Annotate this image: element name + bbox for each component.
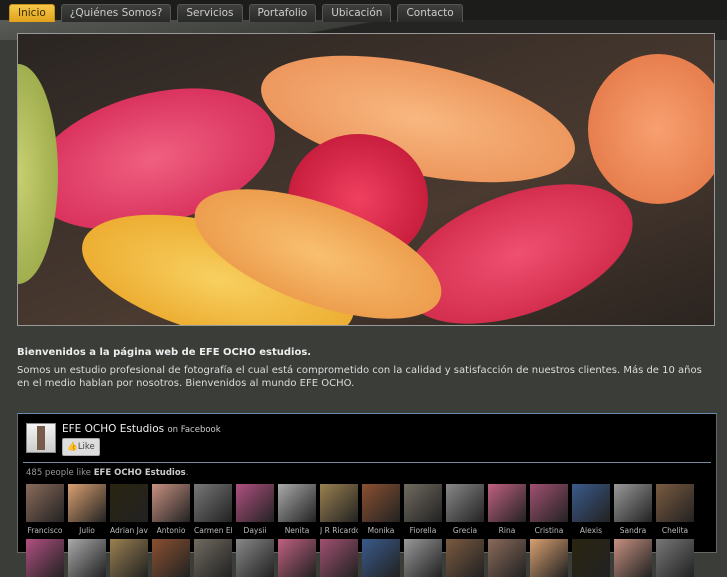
fan-item[interactable]: Nenita bbox=[278, 484, 316, 535]
fan-item[interactable]: Carmen El bbox=[194, 484, 232, 535]
fan-name[interactable]: Cristina bbox=[530, 526, 568, 535]
fan-avatar[interactable] bbox=[614, 484, 652, 522]
fan-item[interactable]: Chelita bbox=[656, 484, 694, 535]
fan-name[interactable]: Julio bbox=[68, 526, 106, 535]
main-nav: Inicio ¿Quiénes Somos? Servicios Portafo… bbox=[9, 4, 463, 22]
fan-avatar[interactable] bbox=[320, 484, 358, 522]
page-logo[interactable] bbox=[26, 423, 56, 453]
fan-name[interactable]: Rina bbox=[488, 526, 526, 535]
fan-avatar[interactable] bbox=[488, 484, 526, 522]
fan-name[interactable]: Adrian Javi bbox=[110, 526, 148, 535]
fan-name[interactable]: Carmen El bbox=[194, 526, 232, 535]
fan-name[interactable]: Alexis bbox=[572, 526, 610, 535]
fan-item[interactable]: Fiorella bbox=[404, 484, 442, 535]
tab-quienes-somos[interactable]: ¿Quiénes Somos? bbox=[60, 4, 172, 22]
fan-avatar[interactable] bbox=[278, 484, 316, 522]
fan-item[interactable]: Sandra bbox=[614, 484, 652, 535]
fan-name[interactable]: Sandra bbox=[614, 526, 652, 535]
hero-image bbox=[17, 33, 715, 326]
fan-name[interactable]: Francisco bbox=[26, 526, 64, 535]
welcome-heading: Bienvenidos a la página web de EFE OCHO … bbox=[17, 347, 312, 358]
fan-grid: Francisco Julio Adrian Javi Antonio Carmen E… bbox=[26, 484, 716, 577]
fan-item[interactable]: Cristina bbox=[530, 484, 568, 535]
fan-item[interactable]: Rina bbox=[488, 484, 526, 535]
fan-item[interactable]: Alexis bbox=[572, 484, 610, 535]
fan-name[interactable]: Chelita bbox=[656, 526, 694, 535]
fan-name[interactable]: Antonio bbox=[152, 526, 190, 535]
fan-item[interactable]: Grecia bbox=[446, 484, 484, 535]
thumbs-up-icon: 👍 bbox=[67, 442, 78, 452]
facebook-like-box: EFE OCHO Estudios on Facebook 👍Like 485 … bbox=[17, 413, 717, 577]
fan-avatar[interactable] bbox=[152, 484, 190, 522]
fan-avatar[interactable] bbox=[362, 484, 400, 522]
fan-avatar[interactable] bbox=[446, 484, 484, 522]
fan-item[interactable]: Adrian Javi bbox=[110, 484, 148, 535]
fan-item[interactable]: Daysii bbox=[236, 484, 274, 535]
fan-avatar[interactable] bbox=[236, 484, 274, 522]
fan-avatar[interactable] bbox=[194, 484, 232, 522]
fan-avatar[interactable] bbox=[404, 484, 442, 522]
welcome-section: Bienvenidos a la página web de EFE OCHO … bbox=[17, 346, 717, 391]
fan-name[interactable]: Nenita bbox=[278, 526, 316, 535]
facebook-page-name[interactable]: EFE OCHO Estudios bbox=[62, 423, 164, 435]
fan-item[interactable]: J R Ricardo bbox=[320, 484, 358, 535]
like-count: 485 people like EFE OCHO Estudios. bbox=[26, 468, 189, 478]
fan-item[interactable]: Francisco bbox=[26, 484, 64, 535]
fan-item[interactable]: Monika bbox=[362, 484, 400, 535]
fan-name[interactable]: Monika bbox=[362, 526, 400, 535]
fan-name[interactable]: Fiorella bbox=[404, 526, 442, 535]
like-button[interactable]: 👍Like bbox=[62, 438, 100, 456]
fan-item[interactable]: Antonio bbox=[152, 484, 190, 535]
fan-avatar[interactable] bbox=[68, 484, 106, 522]
fan-item[interactable]: Julio bbox=[68, 484, 106, 535]
fan-name[interactable]: J R Ricardo bbox=[320, 526, 358, 535]
tab-portafolio[interactable]: Portafolio bbox=[248, 4, 317, 22]
tab-servicios[interactable]: Servicios bbox=[177, 4, 243, 22]
fan-avatar[interactable] bbox=[110, 484, 148, 522]
divider bbox=[23, 462, 711, 463]
fan-name[interactable]: Grecia bbox=[446, 526, 484, 535]
fan-avatar[interactable] bbox=[656, 484, 694, 522]
tab-contacto[interactable]: Contacto bbox=[397, 4, 463, 22]
like-label: Like bbox=[77, 442, 95, 452]
welcome-paragraph: Somos un estudio profesional de fotograf… bbox=[17, 364, 702, 390]
fan-avatar[interactable] bbox=[26, 484, 64, 522]
tab-ubicacion[interactable]: Ubicación bbox=[322, 4, 392, 22]
tab-inicio[interactable]: Inicio bbox=[9, 4, 55, 22]
fan-avatar[interactable] bbox=[530, 484, 568, 522]
fan-avatar[interactable] bbox=[572, 484, 610, 522]
fan-name[interactable]: Daysii bbox=[236, 526, 274, 535]
on-facebook-label: on Facebook bbox=[167, 425, 221, 435]
